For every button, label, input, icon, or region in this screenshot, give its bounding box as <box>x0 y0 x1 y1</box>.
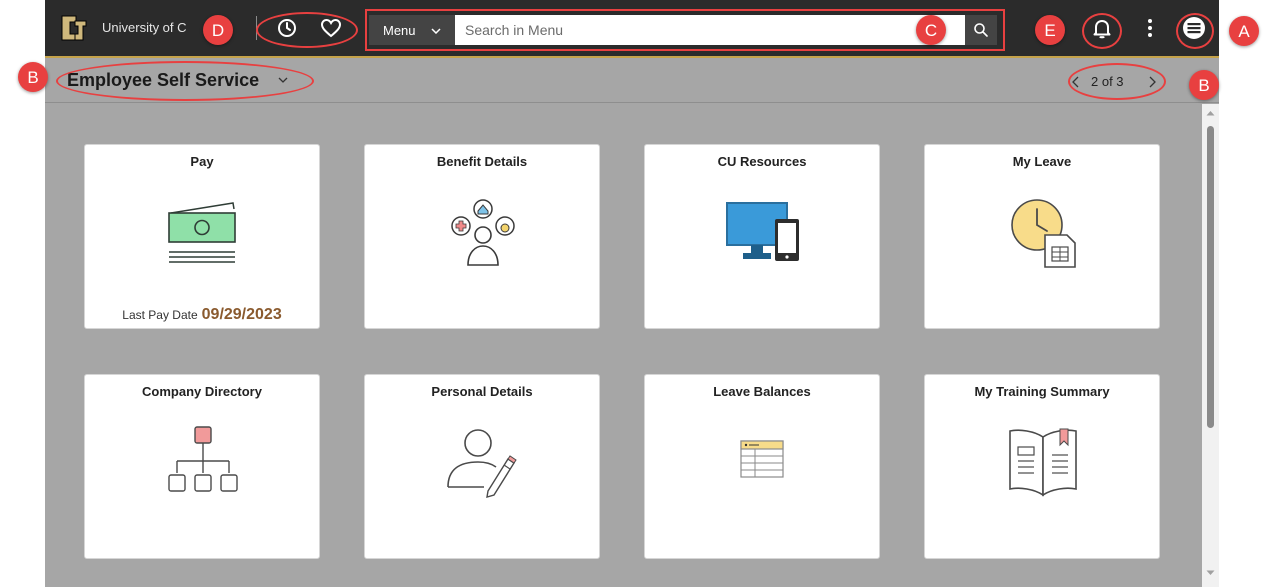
annotation-marker-e: E <box>1035 15 1065 45</box>
annotation-ring-e <box>1082 13 1122 49</box>
tile-title: Company Directory <box>142 384 262 399</box>
annotation-marker-c: C <box>916 15 946 45</box>
university-logo-icon[interactable] <box>59 13 89 43</box>
person-edit-icon <box>447 429 517 498</box>
annotation-ring-b-pager <box>1068 63 1166 100</box>
balance-sheet-icon <box>740 440 784 478</box>
annotation-ring-a <box>1176 13 1214 49</box>
tile-leave-balances[interactable]: Leave Balances <box>644 374 880 559</box>
money-icon <box>168 202 236 263</box>
scrollbar-thumb[interactable] <box>1207 126 1214 428</box>
tile-title: My Training Summary <box>974 384 1110 399</box>
annotation-ring-b-title <box>56 61 314 101</box>
annotation-marker-b-right: B <box>1189 70 1219 100</box>
annotation-marker-b-left: B <box>18 62 48 92</box>
annotation-marker-d: D <box>203 15 233 45</box>
tile-my-training-summary[interactable]: My Training Summary <box>924 374 1160 559</box>
tile-title: Benefit Details <box>436 154 528 169</box>
last-pay-date-value: 09/29/2023 <box>201 306 282 323</box>
clock-document-icon <box>1011 199 1076 268</box>
last-pay-date: Last Pay Date 09/29/2023 <box>85 306 319 324</box>
book-icon <box>1009 428 1077 497</box>
tile-cu-resources[interactable]: CU Resources <box>644 144 880 329</box>
benefits-icon <box>451 199 515 266</box>
tile-title: Pay <box>190 154 214 169</box>
last-pay-date-label: Last Pay Date <box>122 308 198 322</box>
scroll-down-arrow-icon[interactable] <box>1206 570 1215 576</box>
devices-icon <box>726 202 799 261</box>
annotation-ring-d <box>256 12 358 48</box>
annotation-marker-a: A <box>1229 16 1259 46</box>
scroll-up-arrow-icon[interactable] <box>1206 110 1215 116</box>
annotation-box-c <box>365 9 1005 51</box>
vertical-scrollbar[interactable] <box>1202 104 1219 587</box>
tile-company-directory[interactable]: Company Directory <box>84 374 320 559</box>
tile-personal-details[interactable]: Personal Details <box>364 374 600 559</box>
tile-benefit-details[interactable]: Benefit Details <box>364 144 600 329</box>
tile-title: Leave Balances <box>713 384 811 399</box>
tile-title: Personal Details <box>431 384 533 399</box>
tile-title: My Leave <box>1012 154 1072 169</box>
tile-my-leave[interactable]: My Leave <box>924 144 1160 329</box>
tile-title: CU Resources <box>717 154 807 169</box>
more-options-icon[interactable] <box>1138 16 1162 40</box>
university-name[interactable]: University of C <box>102 20 187 35</box>
tile-pay[interactable]: Pay Last Pay Date 09/29/2023 <box>84 144 320 329</box>
org-chart-icon <box>168 426 238 492</box>
